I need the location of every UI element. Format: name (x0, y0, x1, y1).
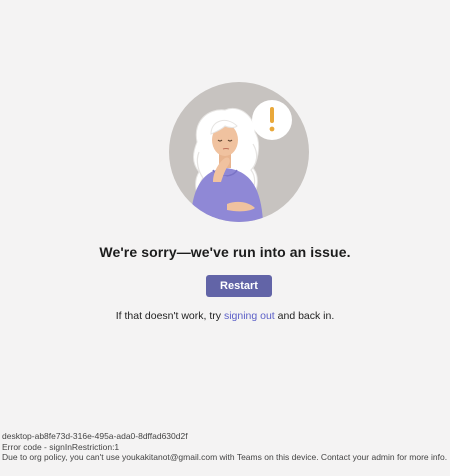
retry-suffix-text: and back in. (274, 310, 335, 322)
signing-out-link[interactable]: signing out (224, 310, 275, 322)
error-page: We're sorry—we've run into an issue. Res… (0, 0, 450, 476)
retry-instructions: If that doesn't work, try signing out an… (0, 310, 450, 322)
diagnostics-info: desktop-ab8fe73d-316e-495a-ada0-8dffad63… (2, 431, 447, 463)
error-code: Error code - signInRestriction:1 (2, 441, 120, 452)
session-id: desktop-ab8fe73d-316e-495a-ada0-8dffad63… (2, 431, 188, 441)
person-thinking-illustration (169, 82, 309, 222)
retry-prefix-text: If that doesn't work, try (115, 310, 224, 322)
error-headline: We're sorry—we've run into an issue. (99, 244, 351, 260)
restart-button[interactable]: Restart (206, 275, 272, 297)
policy-message: Due to org policy, you can't use youkaki… (2, 452, 448, 462)
